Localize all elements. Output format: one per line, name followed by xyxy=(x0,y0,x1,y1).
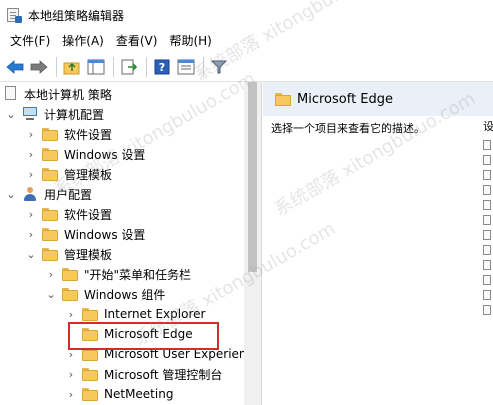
title-bar: 本地组策略编辑器 xyxy=(0,0,493,30)
chevron-right-icon[interactable]: › xyxy=(64,384,78,404)
toolbar-separator xyxy=(146,56,147,77)
menu-help[interactable]: 帮助(H) xyxy=(163,30,217,52)
tree-item-label: NetMeeting xyxy=(104,387,174,401)
policy-setting-icon[interactable] xyxy=(483,155,491,165)
policy-editor-app-icon xyxy=(6,7,22,23)
policy-setting-icon[interactable] xyxy=(483,185,491,195)
tree-item-label: 管理模板 xyxy=(64,247,113,262)
chevron-right-icon[interactable]: › xyxy=(24,124,38,144)
tree-item-windows-components[interactable]: ⌄ Windows 组件 xyxy=(44,284,165,304)
folder-icon xyxy=(62,287,78,301)
chevron-down-icon[interactable]: ⌄ xyxy=(24,244,38,264)
settings-list-header[interactable]: 设 xyxy=(483,118,493,136)
menu-file[interactable]: 文件(F) xyxy=(4,30,56,52)
policy-setting-icon[interactable] xyxy=(483,230,491,240)
chevron-right-icon[interactable]: › xyxy=(24,144,38,164)
computer-icon xyxy=(22,106,38,122)
folder-icon xyxy=(42,207,58,221)
tree-item-label: "开始"菜单和任务栏 xyxy=(84,267,192,282)
chevron-right-icon[interactable]: › xyxy=(64,304,78,324)
window-title: 本地组策略编辑器 xyxy=(28,8,125,23)
svg-text:?: ? xyxy=(159,61,165,74)
folder-icon xyxy=(42,247,58,261)
up-folder-icon[interactable] xyxy=(61,56,83,78)
tree-item-label: 软件设置 xyxy=(64,207,113,222)
folder-icon xyxy=(42,147,58,161)
chevron-right-icon[interactable]: › xyxy=(64,364,78,384)
chevron-right-icon[interactable]: › xyxy=(24,204,38,224)
tree-item-root[interactable]: 本地计算机 策略 xyxy=(4,84,112,104)
tree-item-computer-config[interactable]: ⌄ 计算机配置 xyxy=(4,104,104,124)
policy-setting-icon[interactable] xyxy=(483,260,491,270)
menu-view[interactable]: 查看(V) xyxy=(110,30,164,52)
tree-item-label: Microsoft 管理控制台 xyxy=(104,367,223,382)
help-icon[interactable]: ? xyxy=(151,56,173,78)
folder-icon xyxy=(82,387,98,401)
details-header-title: Microsoft Edge xyxy=(297,91,394,107)
policy-document-icon xyxy=(4,86,18,102)
tree-item-windows-settings[interactable]: › Windows 设置 xyxy=(24,224,145,244)
forward-arrow-icon[interactable] xyxy=(28,56,50,78)
back-arrow-icon[interactable] xyxy=(4,56,26,78)
tree-item-label: Windows 组件 xyxy=(84,287,166,302)
toolbar-separator xyxy=(56,56,57,77)
folder-icon xyxy=(82,367,98,381)
chevron-right-icon[interactable]: › xyxy=(24,224,38,244)
policy-setting-icon[interactable] xyxy=(483,245,491,255)
policy-setting-icon[interactable] xyxy=(483,305,491,315)
tree-item-software-settings[interactable]: › 软件设置 xyxy=(24,204,112,224)
tree-item-software-settings[interactable]: › 软件设置 xyxy=(24,124,112,144)
tree-item-label: 计算机配置 xyxy=(44,107,105,122)
tree-item-microsoft-mgmt-console[interactable]: › Microsoft 管理控制台 xyxy=(64,364,222,384)
chevron-down-icon[interactable]: ⌄ xyxy=(44,284,58,304)
tree-item-label: Windows 设置 xyxy=(64,227,146,242)
chevron-right-icon[interactable]: › xyxy=(24,164,38,184)
export-list-icon[interactable] xyxy=(118,56,140,78)
policy-setting-icon[interactable] xyxy=(483,275,491,285)
tree-item-start-menu[interactable]: › "开始"菜单和任务栏 xyxy=(44,264,191,284)
scrollbar-thumb[interactable] xyxy=(248,82,257,272)
policy-setting-icon[interactable] xyxy=(483,215,491,225)
folder-icon xyxy=(82,307,98,321)
show-hide-tree-icon[interactable] xyxy=(85,56,107,78)
policy-setting-icon[interactable] xyxy=(483,290,491,300)
chevron-down-icon[interactable]: ⌄ xyxy=(4,104,18,124)
policy-setting-icon[interactable] xyxy=(483,140,491,150)
tree-item-netmeeting[interactable]: › NetMeeting xyxy=(64,384,174,404)
tree-item-admin-templates[interactable]: ⌄ 管理模板 xyxy=(24,244,112,264)
folder-icon xyxy=(42,127,58,141)
toolbar-separator xyxy=(113,56,114,77)
tree-item-label: 软件设置 xyxy=(64,127,113,142)
folder-icon xyxy=(62,267,78,281)
settings-list[interactable]: 设 xyxy=(483,118,493,320)
policy-setting-icon[interactable] xyxy=(483,170,491,180)
tree-item-label: 本地计算机 策略 xyxy=(24,87,112,102)
folder-icon xyxy=(275,92,291,106)
chevron-right-icon[interactable]: › xyxy=(44,264,58,284)
user-icon xyxy=(22,186,38,202)
folder-icon xyxy=(42,227,58,241)
policy-setting-icon[interactable] xyxy=(483,200,491,210)
menu-action[interactable]: 操作(A) xyxy=(56,30,110,52)
chevron-down-icon[interactable]: ⌄ xyxy=(4,184,18,204)
